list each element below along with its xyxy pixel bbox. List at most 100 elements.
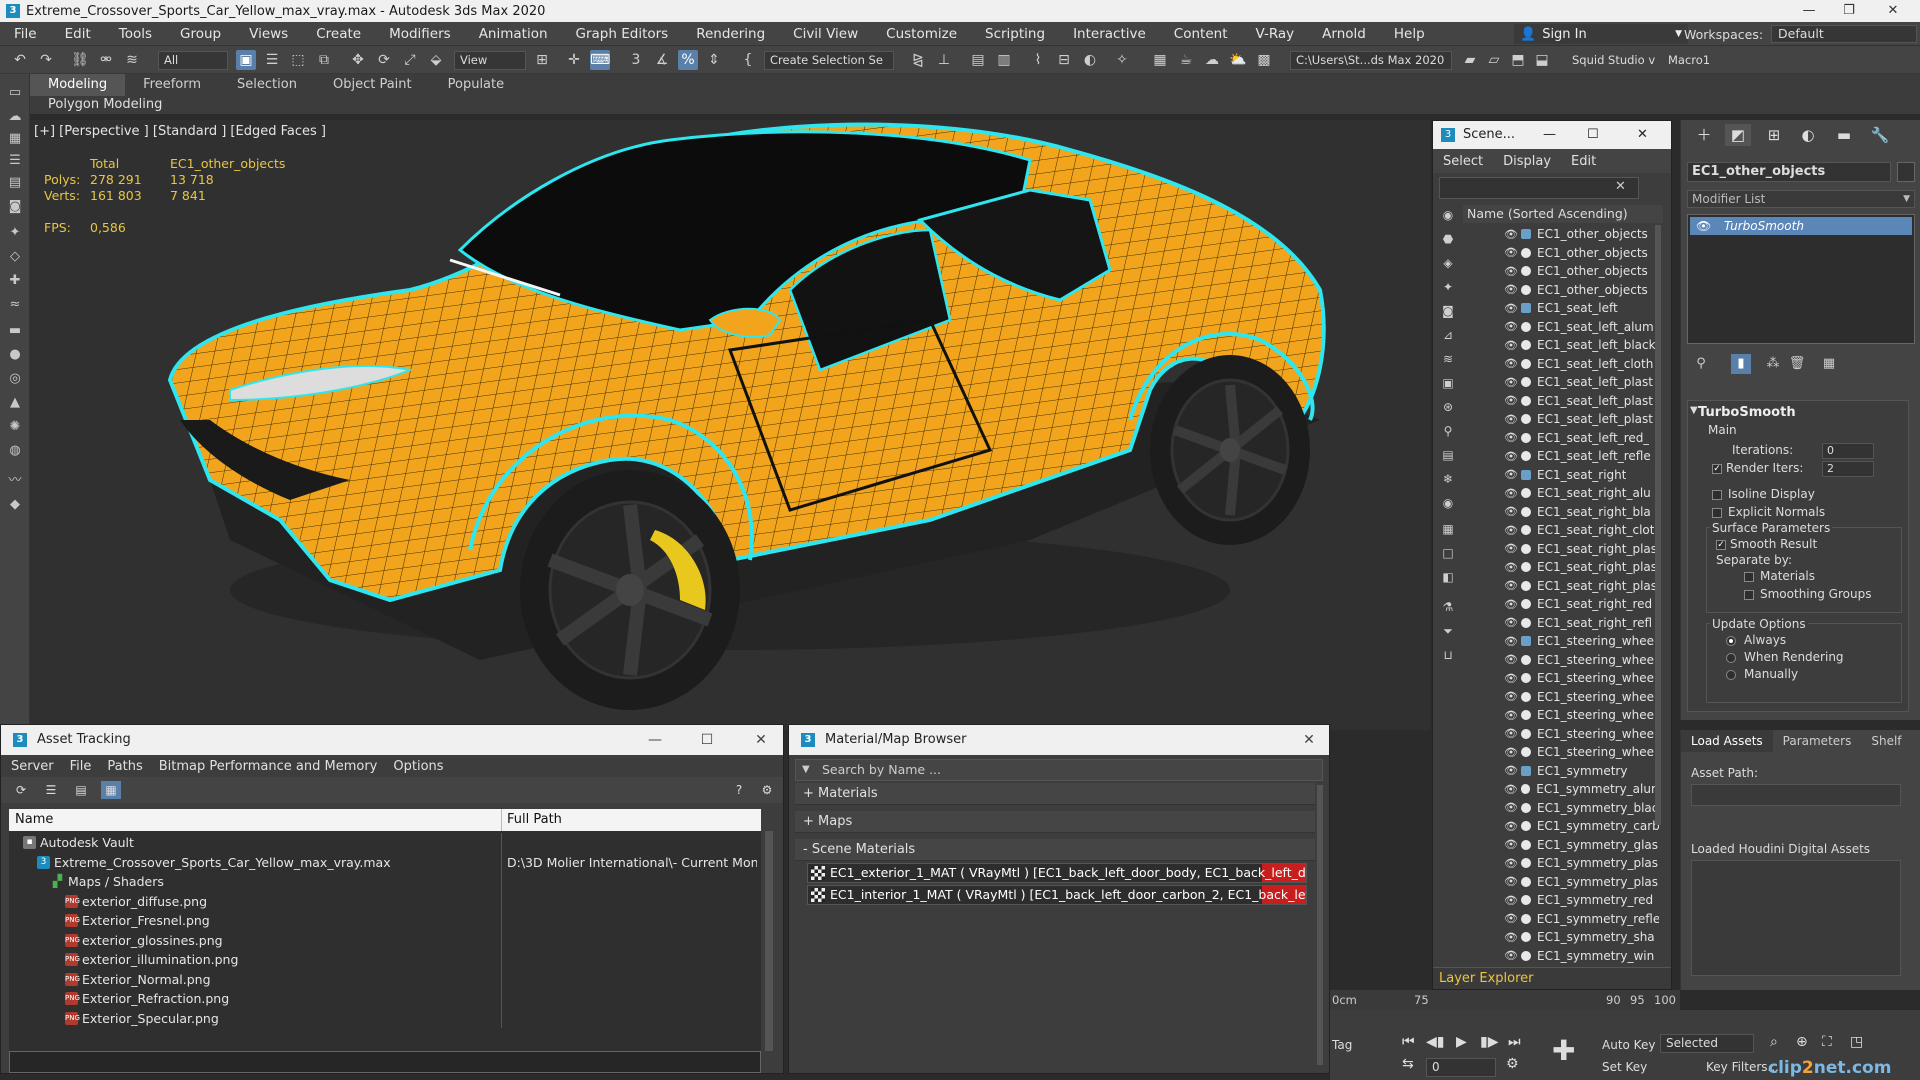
eye-icon[interactable]: 👁 — [1503, 579, 1519, 592]
scene-object-row[interactable]: 👁 EC1_steering_whee — [1463, 725, 1659, 744]
scene-object-row[interactable]: 👁 EC1_seat_left_red_ — [1463, 429, 1659, 448]
eye-icon[interactable]: 👁 — [1503, 931, 1519, 944]
menu-interactive[interactable]: Interactive — [1059, 26, 1160, 42]
link-icon[interactable]: ⛓ — [70, 50, 90, 70]
scene-object-row[interactable]: 👁 EC1_seat_left_black — [1463, 336, 1659, 355]
eye-icon[interactable]: 👁 — [1503, 561, 1519, 574]
previous-frame-icon[interactable]: ◀▮ — [1426, 1034, 1444, 1050]
menu-scripting[interactable]: Scripting — [971, 26, 1059, 42]
curve-editor-icon[interactable]: ⌇ — [1028, 50, 1048, 70]
menu-help[interactable]: Help — [1380, 26, 1439, 42]
geometry-filter-icon[interactable]: ⬣ — [1437, 229, 1459, 249]
smooth-result-checkbox[interactable]: ✓ — [1716, 540, 1726, 550]
tree-view-icon[interactable]: ▤ — [71, 781, 91, 799]
name-column-header[interactable]: Name — [15, 812, 53, 827]
render-frame-icon[interactable]: ▦ — [1150, 50, 1170, 70]
rollout-collapse-icon[interactable]: ▼ — [1690, 405, 1698, 416]
shape-filter-icon[interactable]: ◈ — [1437, 253, 1459, 273]
scene-list-header[interactable]: Name (Sorted Ascending) — [1463, 205, 1663, 223]
update-manually-radio[interactable] — [1726, 670, 1736, 680]
scene-object-row[interactable]: 👁 EC1_other_objects — [1463, 244, 1659, 263]
render-iterative-icon[interactable]: ☁ — [1202, 50, 1222, 70]
scene-explorer-icon[interactable]: ▥ — [994, 50, 1014, 70]
move-icon[interactable]: ✥ — [348, 50, 368, 70]
rollout-title[interactable]: TurboSmooth — [1698, 405, 1796, 420]
xref-filter-icon[interactable]: ⊛ — [1437, 397, 1459, 417]
menu-customize[interactable]: Customize — [872, 26, 971, 42]
show-end-result-icon[interactable]: ▮ — [1731, 354, 1751, 374]
pin-stack-icon[interactable]: ⚲ — [1691, 354, 1711, 374]
table-row[interactable]: PNG exterior_glossines.png — [9, 930, 761, 950]
helper-icon[interactable]: ✚ — [6, 272, 24, 290]
explicit-normals-checkbox[interactable] — [1712, 508, 1722, 518]
eye-icon[interactable]: 👁 — [1503, 746, 1519, 759]
eye-icon[interactable]: 👁 — [1503, 801, 1519, 814]
table-row[interactable]: PNG Exterior_Fresnel.png — [9, 911, 761, 931]
hierarchy-icon[interactable]: ⊔ — [1437, 645, 1459, 665]
houdini-tab-parameters[interactable]: Parameters — [1773, 730, 1862, 752]
menu-arnold[interactable]: Arnold — [1308, 26, 1380, 42]
scene-object-row[interactable]: 👁 EC1_symmetry_alum — [1463, 780, 1659, 799]
scene-object-row[interactable]: 👁 EC1_steering_whee — [1463, 669, 1659, 688]
display-tab-icon[interactable]: ▬ — [1831, 124, 1857, 146]
asset-menu-paths[interactable]: Paths — [97, 759, 148, 774]
table-view-icon[interactable]: ▦ — [101, 781, 121, 799]
scene-object-row[interactable]: 👁 EC1_other_objects — [1463, 281, 1659, 300]
eye-icon[interactable]: 👁 — [1503, 228, 1519, 241]
cloud-icon[interactable]: ☁ — [6, 108, 24, 126]
layer-explorer-icon[interactable]: ▤ — [968, 50, 988, 70]
display-none-icon[interactable]: ◉ — [1437, 205, 1459, 225]
reference-coordinate-dropdown[interactable]: View — [454, 51, 526, 70]
hierarchy-tab-icon[interactable]: ⊞ — [1761, 124, 1787, 146]
material-item[interactable]: EC1_interior_1_MAT ( VRayMtl ) [EC1_back… — [807, 885, 1307, 905]
crosshair-icon[interactable]: ✛ — [564, 50, 584, 70]
torus-icon[interactable]: ◎ — [6, 370, 24, 388]
ribbon-tab-freeform[interactable]: Freeform — [125, 74, 219, 96]
scene-object-row[interactable]: 👁 EC1_symmetry — [1463, 762, 1659, 781]
set-key-big-icon[interactable]: ✚ — [1552, 1034, 1575, 1067]
eye-icon[interactable]: 👁 — [1503, 949, 1519, 962]
selected-dropdown[interactable]: Selected — [1660, 1034, 1754, 1053]
object-name-field[interactable]: EC1_other_objects — [1687, 162, 1891, 182]
table-row[interactable]: ▞ Maps / Shaders — [9, 872, 761, 892]
render-setup-icon[interactable]: ✧ — [1112, 50, 1132, 70]
asset-menu-file[interactable]: File — [60, 759, 98, 774]
eye-icon[interactable]: 👁 — [1503, 672, 1519, 685]
scene-object-row[interactable]: 👁 EC1_seat_right_refl — [1463, 614, 1659, 633]
eye-icon[interactable]: 👁 — [1503, 542, 1519, 555]
eye-icon[interactable]: 👁 — [1503, 357, 1519, 370]
eye-icon[interactable]: 👁 — [1503, 764, 1519, 777]
table-row[interactable]: PNG Exterior_Specular.png — [9, 1008, 761, 1028]
scene-object-row[interactable]: 👁 EC1_steering_whee — [1463, 743, 1659, 762]
render-iters-spinner[interactable]: 2 — [1822, 461, 1874, 477]
bone-filter-icon[interactable]: ⚲ — [1437, 421, 1459, 441]
scene-object-row[interactable]: 👁 EC1_symmetry_red — [1463, 891, 1659, 910]
eye-icon[interactable]: 👁 — [1503, 320, 1519, 333]
percent-snap-icon[interactable]: % — [678, 50, 698, 70]
scene-object-row[interactable]: 👁 EC1_seat_left_refle — [1463, 447, 1659, 466]
scene-object-row[interactable]: 👁 EC1_symmetry_carb — [1463, 817, 1659, 836]
schematic-view-icon[interactable]: ⊟ — [1054, 50, 1074, 70]
menu-content[interactable]: Content — [1160, 26, 1242, 42]
none-filter-icon[interactable]: □ — [1437, 543, 1459, 563]
scene-object-row[interactable]: 👁 EC1_seat_left_alum — [1463, 318, 1659, 337]
menu-graph-editors[interactable]: Graph Editors — [562, 26, 683, 42]
menu-file[interactable]: File — [0, 26, 51, 42]
eye-icon[interactable]: 👁 — [1503, 413, 1519, 426]
select-object-icon[interactable]: ▣ — [236, 50, 256, 70]
update-when-rendering-radio[interactable] — [1726, 653, 1736, 663]
rectangle-selection-icon[interactable]: ⬚ — [288, 50, 308, 70]
helper-filter-icon[interactable]: ⊿ — [1437, 325, 1459, 345]
eye-icon[interactable]: 👁 — [1503, 894, 1519, 907]
hidden-filter-icon[interactable]: ◉ — [1437, 493, 1459, 513]
motion-tab-icon[interactable]: ◐ — [1795, 124, 1821, 146]
materials-checkbox[interactable] — [1744, 572, 1754, 582]
play-icon[interactable]: ▶ — [1456, 1034, 1467, 1050]
maps-section[interactable]: + Maps — [795, 811, 1315, 833]
eye-icon[interactable]: 👁 — [1503, 727, 1519, 740]
menu-create[interactable]: Create — [302, 26, 375, 42]
perspective-viewport[interactable]: [+] [Perspective ] [Standard ] [Edged Fa… — [30, 120, 1430, 730]
scene-menu-select[interactable]: Select — [1433, 154, 1493, 169]
menu-views[interactable]: Views — [235, 26, 302, 42]
table-row[interactable]: PNG exterior_illumination.png — [9, 950, 761, 970]
